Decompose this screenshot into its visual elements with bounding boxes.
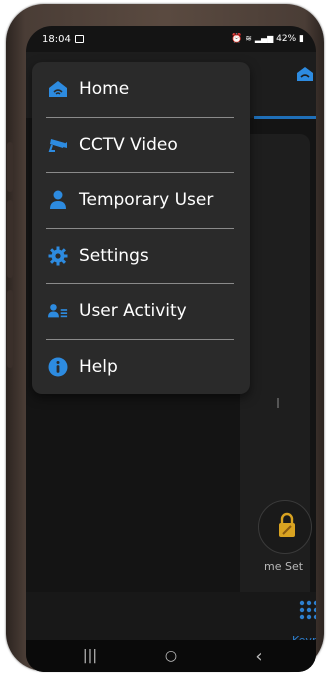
drawer-item-cctv-video[interactable]: CCTV Video bbox=[32, 118, 250, 172]
recents-button[interactable]: ||| bbox=[76, 646, 104, 666]
drawer-item-label: Help bbox=[79, 357, 118, 377]
system-navigation-bar: ||| ○ ‹ bbox=[26, 640, 316, 672]
user-list-icon bbox=[48, 301, 68, 321]
lock-icon bbox=[278, 512, 296, 538]
home-nav-button[interactable]: ○ bbox=[157, 646, 185, 666]
device-screen: me Set Keypad 18:04 ⏰ ≋ ▂▄▆ 42% ▮ bbox=[26, 26, 316, 672]
alarm-icon: ⏰ bbox=[231, 34, 243, 44]
side-key-button bbox=[7, 290, 13, 368]
drawer-item-label: User Activity bbox=[79, 301, 187, 321]
drawer-item-help[interactable]: Help bbox=[32, 340, 250, 394]
image-notification-icon bbox=[75, 35, 84, 43]
volume-down-button bbox=[7, 200, 13, 278]
wifi-icon: ≋ bbox=[245, 34, 252, 43]
drawer-item-label: Temporary User bbox=[79, 190, 214, 210]
info-icon bbox=[48, 357, 68, 377]
drawer-item-user-activity[interactable]: User Activity bbox=[32, 284, 250, 338]
status-time: 18:04 bbox=[42, 34, 71, 45]
drawer-item-label: Settings bbox=[79, 246, 149, 266]
user-icon bbox=[48, 190, 68, 210]
status-bar: 18:04 ⏰ ≋ ▂▄▆ 42% ▮ bbox=[26, 26, 316, 52]
signal-icon: ▂▄▆ bbox=[254, 34, 274, 43]
drawer-item-home[interactable]: Home bbox=[32, 62, 250, 116]
battery-text: 42% bbox=[276, 34, 297, 44]
status-indicators: ⏰ ≋ ▂▄▆ 42% ▮ bbox=[231, 34, 304, 44]
time-set-label: me Set bbox=[264, 560, 304, 573]
drawer-item-temporary-user[interactable]: Temporary User bbox=[32, 173, 250, 227]
home-icon[interactable] bbox=[296, 66, 314, 82]
drawer-item-label: CCTV Video bbox=[79, 135, 178, 155]
navigation-drawer: Home CCTV Video Temporary User Settings … bbox=[32, 62, 250, 394]
content-mark bbox=[277, 398, 279, 408]
cctv-camera-icon bbox=[48, 135, 68, 155]
drawer-item-settings[interactable]: Settings bbox=[32, 229, 250, 283]
back-button[interactable]: ‹ bbox=[245, 646, 273, 667]
home-icon bbox=[48, 79, 68, 99]
tab-indicator bbox=[254, 116, 316, 119]
phone-frame: me Set Keypad 18:04 ⏰ ≋ ▂▄▆ 42% ▮ bbox=[6, 4, 324, 672]
gear-icon bbox=[48, 246, 68, 266]
drawer-item-label: Home bbox=[79, 79, 130, 99]
keypad-icon[interactable] bbox=[299, 600, 316, 620]
volume-up-button bbox=[7, 142, 13, 192]
battery-icon: ▮ bbox=[299, 34, 304, 44]
